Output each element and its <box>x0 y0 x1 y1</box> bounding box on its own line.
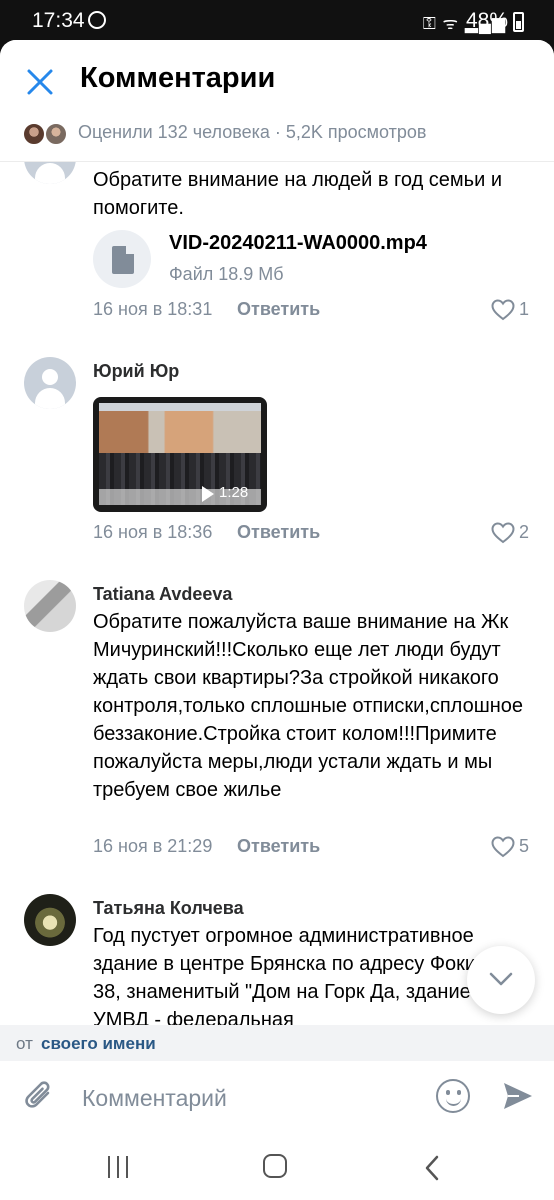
back-icon[interactable] <box>424 1155 440 1181</box>
send-icon[interactable] <box>501 1079 535 1113</box>
comment-composer: Комментарий <box>0 1061 554 1135</box>
play-icon <box>202 486 214 502</box>
default-avatar-head <box>42 369 58 385</box>
attach-icon[interactable] <box>24 1079 56 1115</box>
video-duration: 1:28 <box>219 484 249 501</box>
close-icon[interactable] <box>24 66 56 98</box>
avatar[interactable] <box>24 580 76 632</box>
battery-percent: 48% <box>466 9 509 32</box>
comment-date: 16 ноя в 18:31 <box>93 299 213 319</box>
heart-icon[interactable] <box>491 522 515 544</box>
scroll-down-button[interactable] <box>467 946 535 1014</box>
video-thumbnail[interactable]: 1:28 <box>93 397 267 512</box>
comment-date: 16 ноя в 21:29 <box>93 836 213 856</box>
status-time: 17:34 <box>32 9 85 32</box>
comments-sheet: Обратите внимание на людей в год семьи и… <box>0 40 554 1200</box>
whatsapp-icon <box>88 11 106 29</box>
comment-text: Обратите пожалуйста ваше внимание на Жк … <box>93 611 524 801</box>
page-title: Комментарии <box>80 62 276 94</box>
heart-icon[interactable] <box>491 836 515 858</box>
reply-button[interactable]: Ответить <box>237 299 320 320</box>
avatar[interactable] <box>24 357 76 409</box>
heart-icon[interactable] <box>491 299 515 321</box>
post-as-selector[interactable]: от своего имени <box>0 1025 554 1061</box>
post-as-name[interactable]: своего имени <box>41 1034 156 1054</box>
home-icon[interactable] <box>263 1154 287 1178</box>
likes-summary[interactable]: Оценили 132 человека · 5,2K просмотров <box>78 122 426 143</box>
file-size: Файл 18.9 Мб <box>169 264 284 284</box>
comment-text: Год пустует огромное административное зд… <box>93 925 499 1031</box>
chevron-down-icon <box>489 972 513 986</box>
comment-text: Обратите внимание на людей в год семьи и… <box>93 169 502 219</box>
comment-author[interactable]: Tatiana Avdeeva <box>93 584 232 605</box>
file-icon-circle <box>93 230 151 288</box>
comment-author[interactable]: Татьяна Колчева <box>93 898 244 919</box>
default-avatar-body <box>35 388 65 409</box>
recents-icon[interactable] <box>108 1156 132 1178</box>
file-attachment[interactable]: VID-20240211-WA0000.mp4 Файл 18.9 Мб <box>93 228 533 290</box>
like-count: 1 <box>519 299 530 319</box>
comment-author[interactable]: Юрий Юр <box>93 361 179 382</box>
file-name: VID-20240211-WA0000.mp4 <box>169 232 427 254</box>
reply-button[interactable]: Ответить <box>237 836 320 857</box>
status-bar: 17:34 ⚿ ᯤ ▂▄▆ 48% <box>0 0 554 42</box>
like-count: 5 <box>519 836 530 856</box>
reply-button[interactable]: Ответить <box>237 522 320 543</box>
default-avatar-body <box>35 163 65 184</box>
avatar[interactable] <box>24 894 76 946</box>
sheet-header: Комментарии Оценили 132 человека · 5,2K … <box>0 40 554 162</box>
comment-date: 16 ноя в 18:36 <box>93 522 213 542</box>
document-icon <box>112 246 134 274</box>
video-frame-buildings <box>99 411 261 457</box>
post-as-prefix: от <box>16 1034 33 1053</box>
comment-input[interactable]: Комментарий <box>82 1085 227 1112</box>
battery-icon <box>513 12 524 32</box>
like-count: 2 <box>519 522 530 542</box>
system-nav-bar <box>0 1135 554 1200</box>
emoji-icon[interactable] <box>436 1079 470 1113</box>
avatar <box>22 122 46 146</box>
avatar <box>44 122 68 146</box>
